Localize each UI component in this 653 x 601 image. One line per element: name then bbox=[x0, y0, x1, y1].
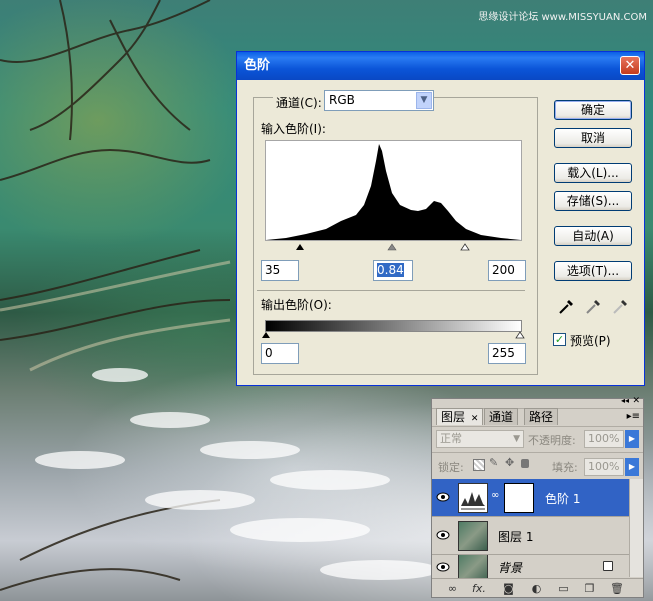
layers-scrollbar[interactable] bbox=[629, 479, 643, 577]
input-white-value: 200 bbox=[492, 263, 515, 277]
chevron-down-icon[interactable]: ▼ bbox=[416, 92, 432, 109]
preview-checkbox[interactable]: ✓ bbox=[553, 333, 566, 346]
tab-layers-label: 图层 bbox=[441, 410, 466, 424]
tab-layers[interactable]: 图层 ✕ bbox=[436, 408, 484, 425]
blend-row: 正常 ▼ 不透明度: 100% ▶ bbox=[432, 426, 643, 452]
close-button[interactable]: ✕ bbox=[620, 56, 640, 75]
ok-button[interactable]: 确定 bbox=[554, 100, 632, 120]
eye-icon[interactable] bbox=[436, 561, 450, 573]
lock-all-icon[interactable] bbox=[521, 459, 529, 468]
opacity-value: 100% bbox=[588, 432, 620, 445]
checkmark-icon: ✓ bbox=[554, 333, 565, 346]
lock-row: 锁定: ✎ ✥ 填充: 100% ▶ bbox=[432, 452, 643, 479]
output-white-value: 255 bbox=[492, 346, 515, 360]
opacity-arrow-icon[interactable]: ▶ bbox=[625, 430, 639, 448]
output-black-field[interactable]: 0 bbox=[261, 343, 299, 364]
opacity-label: 不透明度: bbox=[528, 434, 576, 447]
link-layers-icon[interactable]: ∞ bbox=[446, 582, 459, 595]
input-levels-label: 输入色阶(I): bbox=[261, 122, 326, 136]
fill-value: 100% bbox=[588, 460, 620, 473]
cancel-button[interactable]: 取消 bbox=[554, 128, 632, 148]
levels-dialog: 色阶 ✕ 通道(C): RGB ▼ 输入色阶(I): 35 0.84 200 输… bbox=[236, 51, 645, 386]
layer-thumbnail bbox=[458, 555, 488, 578]
eye-icon[interactable] bbox=[436, 491, 450, 503]
panel-menu-icon[interactable]: ▸≡ bbox=[627, 411, 640, 422]
panel-collapse-icon[interactable]: ◂◂ bbox=[621, 396, 629, 405]
layer-row-layer1[interactable]: 图层 1 bbox=[432, 517, 629, 555]
channel-value: RGB bbox=[329, 93, 355, 107]
layers-panel: ◂◂ ✕ 图层 ✕ 通道 路径 ▸≡ 正常 ▼ 不透明度: 100% ▶ 锁定:… bbox=[431, 396, 644, 598]
layer-name: 色阶 1 bbox=[545, 492, 581, 506]
output-white-field[interactable]: 255 bbox=[488, 343, 526, 364]
histogram-graph bbox=[266, 144, 521, 240]
output-slider-track[interactable] bbox=[261, 331, 526, 340]
input-black-field[interactable]: 35 bbox=[261, 260, 299, 281]
lock-transparency-icon[interactable] bbox=[473, 459, 485, 471]
blend-mode-select[interactable]: 正常 ▼ bbox=[436, 430, 524, 448]
input-black-value: 35 bbox=[265, 263, 281, 277]
dialog-titlebar[interactable]: 色阶 ✕ bbox=[237, 52, 644, 80]
layer-thumbnail bbox=[458, 521, 488, 551]
fill-input[interactable]: 100% bbox=[584, 458, 624, 476]
delete-layer-icon[interactable]: 🗑 bbox=[610, 582, 624, 595]
layers-bottom-toolbar: ∞ fx. ◙ ◐ ▭ ❐ 🗑 bbox=[432, 578, 643, 598]
auto-button[interactable]: 自动(A) bbox=[554, 226, 632, 246]
output-levels-label: 输出色阶(O): bbox=[261, 298, 332, 312]
black-eyedropper-icon[interactable] bbox=[557, 298, 575, 316]
output-black-slider[interactable] bbox=[262, 332, 270, 338]
layer-row-background[interactable]: 背景 bbox=[432, 555, 629, 579]
input-gamma-field[interactable]: 0.84 bbox=[373, 260, 413, 281]
load-button[interactable]: 载入(L)... bbox=[554, 163, 632, 183]
output-white-slider[interactable] bbox=[515, 331, 525, 339]
fill-label: 填充: bbox=[552, 461, 578, 474]
lock-icon bbox=[603, 561, 613, 571]
channel-select[interactable]: RGB ▼ bbox=[324, 90, 434, 111]
separator bbox=[257, 290, 525, 291]
opacity-input[interactable]: 100% bbox=[584, 430, 624, 448]
gamma-slider[interactable] bbox=[387, 243, 397, 251]
gray-eyedropper-icon[interactable] bbox=[584, 298, 602, 316]
lock-pixels-icon[interactable]: ✎ bbox=[489, 456, 498, 469]
lock-label: 锁定: bbox=[438, 461, 464, 474]
white-point-slider[interactable] bbox=[460, 243, 470, 251]
layer-name: 背景 bbox=[498, 561, 523, 575]
new-layer-icon[interactable]: ❐ bbox=[583, 582, 596, 595]
adjustment-layer-thumbnail bbox=[458, 483, 488, 513]
close-icon: ✕ bbox=[624, 58, 636, 73]
tab-paths[interactable]: 路径 bbox=[524, 408, 559, 425]
layer-name: 图层 1 bbox=[498, 530, 534, 544]
new-group-icon[interactable]: ▭ bbox=[557, 582, 570, 595]
lock-position-icon[interactable]: ✥ bbox=[505, 456, 514, 469]
save-button[interactable]: 存储(S)... bbox=[554, 191, 632, 211]
layer-mask-thumbnail bbox=[504, 483, 534, 513]
layer-style-icon[interactable]: fx. bbox=[472, 582, 486, 595]
black-point-slider[interactable] bbox=[296, 244, 304, 250]
tab-close-icon[interactable]: ✕ bbox=[471, 414, 479, 424]
tab-channels[interactable]: 通道 bbox=[484, 408, 519, 425]
output-black-value: 0 bbox=[265, 346, 273, 360]
white-eyedropper-icon[interactable] bbox=[611, 298, 629, 316]
preview-label: 预览(P) bbox=[570, 334, 611, 348]
input-slider-track[interactable] bbox=[265, 242, 522, 252]
histogram bbox=[265, 140, 522, 241]
chevron-down-icon: ▼ bbox=[513, 434, 520, 444]
chain-link-icon[interactable]: ∞ bbox=[491, 490, 499, 501]
options-button[interactable]: 选项(T)... bbox=[554, 261, 632, 281]
input-white-field[interactable]: 200 bbox=[488, 260, 526, 281]
panel-close-icon[interactable]: ✕ bbox=[632, 396, 640, 406]
add-mask-icon[interactable]: ◙ bbox=[502, 582, 515, 595]
layer-row-levels[interactable]: ∞ 色阶 1 bbox=[432, 479, 629, 517]
input-gamma-value: 0.84 bbox=[377, 263, 404, 277]
adjustment-layer-icon[interactable]: ◐ bbox=[530, 582, 543, 595]
dialog-title: 色阶 bbox=[244, 58, 271, 73]
eye-icon[interactable] bbox=[436, 529, 450, 541]
watermark-text: 思缘设计论坛 www.MISSYUAN.COM bbox=[478, 12, 647, 23]
blend-mode-value: 正常 bbox=[440, 432, 462, 445]
fill-arrow-icon[interactable]: ▶ bbox=[625, 458, 639, 476]
channel-label: 通道(C): bbox=[273, 94, 325, 111]
